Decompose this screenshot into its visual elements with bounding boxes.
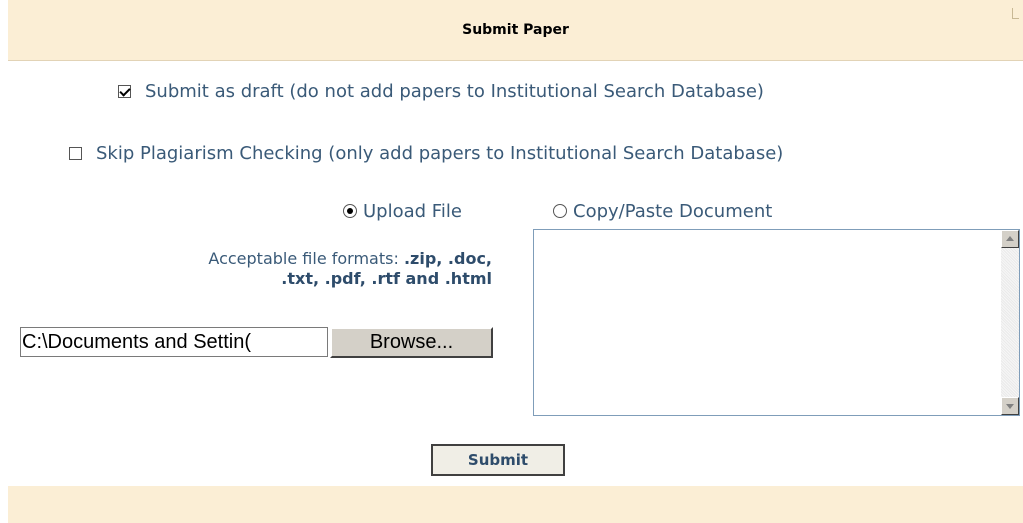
draft-option-label: Submit as draft (do not add papers to In… (145, 80, 764, 102)
panel-title: Submit Paper (462, 22, 569, 38)
browse-button[interactable]: Browse... (330, 327, 493, 358)
skip-plagiarism-option[interactable]: Skip Plagiarism Checking (only add paper… (69, 142, 783, 164)
radio-unselected-icon[interactable] (553, 204, 567, 218)
document-textarea[interactable] (533, 229, 1020, 416)
scroll-down-button[interactable] (1001, 397, 1019, 415)
draft-option[interactable]: Submit as draft (do not add papers to In… (118, 80, 764, 102)
acceptable-formats-text: Acceptable file formats: .zip, .doc, .tx… (60, 249, 492, 289)
formats-list-part1: .zip, .doc, (403, 249, 492, 268)
scroll-down-arrow-icon (1006, 404, 1014, 409)
copy-paste-radio-option[interactable]: Copy/Paste Document (553, 200, 772, 222)
submit-button[interactable]: Submit (431, 444, 565, 476)
panel-header: Submit Paper (8, 0, 1023, 61)
upload-file-label: Upload File (363, 200, 462, 222)
textarea-scrollbar[interactable] (1001, 230, 1019, 415)
radio-selected-icon[interactable] (343, 204, 357, 218)
corner-resize-icon (1012, 8, 1019, 19)
scroll-up-button[interactable] (1001, 230, 1019, 248)
scroll-up-arrow-icon (1006, 236, 1014, 241)
skip-plagiarism-label: Skip Plagiarism Checking (only add paper… (96, 142, 784, 164)
formats-prefix: Acceptable file formats: (208, 249, 404, 268)
file-path-input[interactable]: C:\Documents and Settin( (20, 327, 328, 357)
draft-checkbox-checked-icon[interactable] (118, 84, 131, 98)
panel-footer (8, 486, 1023, 523)
skip-plagiarism-checkbox-unchecked-icon[interactable] (69, 146, 82, 160)
copy-paste-label: Copy/Paste Document (573, 200, 773, 222)
formats-list-part2: .txt, .pdf, .rtf and .html (281, 269, 492, 288)
upload-file-radio-option[interactable]: Upload File (343, 200, 462, 222)
